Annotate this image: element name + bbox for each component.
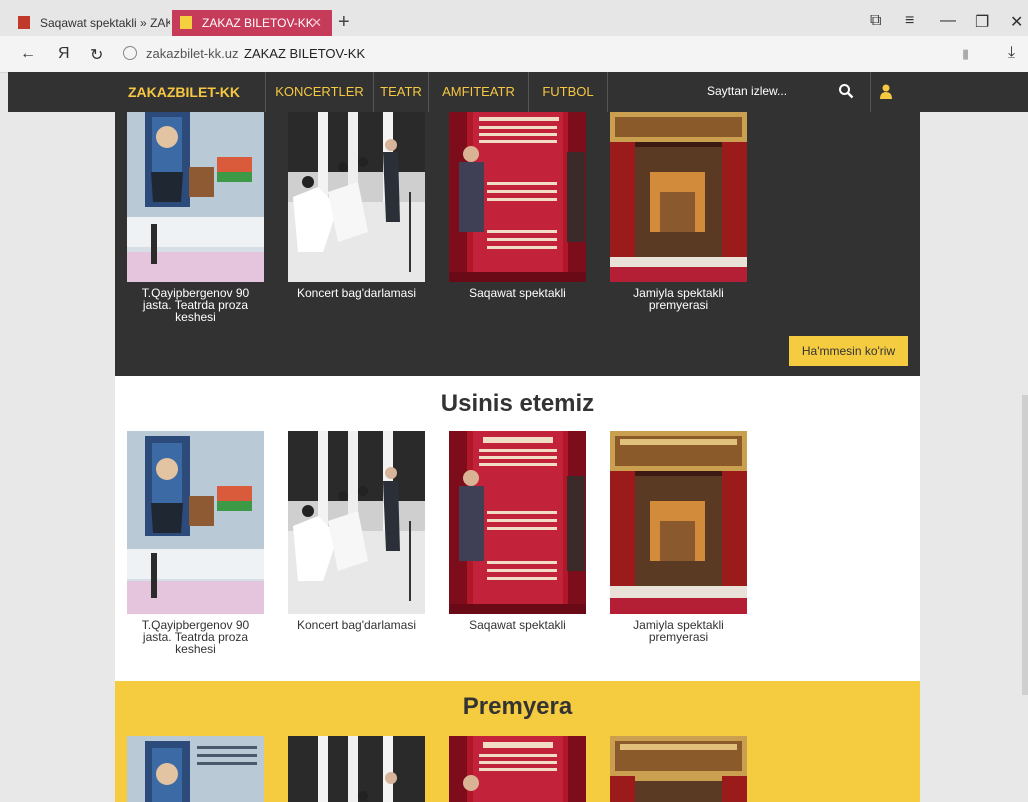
event-poster-image[interactable]: [610, 736, 747, 802]
browser-tab-bar: Saqawat spektakli » ZAKAZ ZAKAZ BILETOV-…: [0, 0, 1028, 36]
event-poster-image[interactable]: [449, 431, 586, 614]
globe-icon: [123, 46, 137, 60]
featured-section: T.Qayipbergenov 90 jasta. Teatrda proza …: [115, 112, 920, 376]
tabs-panel-icon[interactable]: ⧉: [870, 12, 881, 30]
event-poster-image[interactable]: [288, 112, 425, 282]
event-poster-image[interactable]: [449, 736, 586, 802]
premiere-section: Premyera: [115, 681, 920, 802]
yandex-button[interactable]: Я: [58, 45, 70, 63]
event-caption[interactable]: Jamiyla spektakli premyerasi: [610, 287, 747, 311]
close-tab-icon[interactable]: ✕: [311, 15, 322, 31]
nav-koncertler[interactable]: KONCERTLER: [265, 72, 373, 112]
event-poster-image[interactable]: [449, 112, 586, 282]
nav-teatr[interactable]: TEATR: [373, 72, 428, 112]
recommend-section: Usinis etemiz T.Qayipbergenov 90 jasta. …: [115, 376, 920, 681]
event-poster-image[interactable]: [288, 431, 425, 614]
site-header: ZAKAZBILET-KK KONCERTLER TEATR AMFITEATR…: [8, 72, 1028, 112]
tab-label: Saqawat spektakli » ZAKAZ: [40, 16, 170, 30]
menu-icon[interactable]: ≡: [905, 12, 914, 30]
download-icon[interactable]: ⤓: [1008, 44, 1015, 62]
event-caption[interactable]: Koncert bag'darlamasi: [288, 287, 425, 299]
event-caption[interactable]: Jamiyla spektakli premyerasi: [610, 619, 747, 643]
search-icon[interactable]: [838, 83, 854, 99]
event-caption[interactable]: Saqawat spektakli: [449, 619, 586, 631]
event-poster-image[interactable]: [610, 112, 747, 282]
event-poster-image[interactable]: [288, 736, 425, 802]
page-content: T.Qayipbergenov 90 jasta. Teatrda proza …: [115, 112, 920, 802]
close-window-button[interactable]: ✕: [1010, 12, 1023, 32]
event-poster-image[interactable]: [610, 431, 747, 614]
minimize-button[interactable]: —: [940, 12, 956, 30]
site-favicon-icon: [180, 16, 192, 29]
event-caption[interactable]: T.Qayipbergenov 90 jasta. Teatrda proza …: [127, 287, 264, 323]
page-scrollbar[interactable]: [1022, 395, 1028, 695]
event-caption[interactable]: Saqawat spektakli: [449, 287, 586, 299]
site-favicon-icon: [18, 16, 30, 29]
bookmark-icon[interactable]: ▮: [962, 46, 969, 62]
new-tab-button[interactable]: +: [338, 11, 350, 34]
browser-tab-active[interactable]: ZAKAZ BILETOV-KK ✕: [172, 10, 332, 36]
site-logo[interactable]: ZAKAZBILET-KK: [128, 84, 240, 100]
event-poster-image[interactable]: [127, 112, 264, 282]
nav-amfiteatr[interactable]: AMFITEATR: [428, 72, 528, 112]
restore-button[interactable]: ❐: [975, 12, 989, 32]
header-divider: [870, 72, 871, 112]
reload-button[interactable]: ↻: [90, 45, 103, 65]
browser-tab-saqawat[interactable]: Saqawat spektakli » ZAKAZ: [10, 10, 170, 36]
tab-label: ZAKAZ BILETOV-KK: [202, 16, 314, 30]
event-poster-image[interactable]: [127, 736, 264, 802]
search-input[interactable]: Sayttan izlew...: [707, 84, 787, 98]
page-title-text: ZAKAZ BILETOV-KK: [244, 46, 366, 61]
address-bar: ← Я ↻ zakazbilet-kk.uz ZAKAZ BILETOV-KK …: [0, 36, 1028, 73]
event-caption[interactable]: T.Qayipbergenov 90 jasta. Teatrda proza …: [127, 619, 264, 655]
section-title: Usinis etemiz: [440, 390, 595, 417]
nav-futbol[interactable]: FUTBOL: [528, 72, 608, 112]
user-icon[interactable]: [879, 84, 893, 99]
event-poster-image[interactable]: [127, 431, 264, 614]
back-button[interactable]: ←: [20, 45, 36, 63]
event-caption[interactable]: Koncert bag'darlamasi: [288, 619, 425, 631]
section-title: Premyera: [462, 693, 573, 720]
url-text[interactable]: zakazbilet-kk.uz: [146, 46, 238, 61]
view-all-button[interactable]: Ha'mmesin ko'riw: [789, 336, 908, 366]
